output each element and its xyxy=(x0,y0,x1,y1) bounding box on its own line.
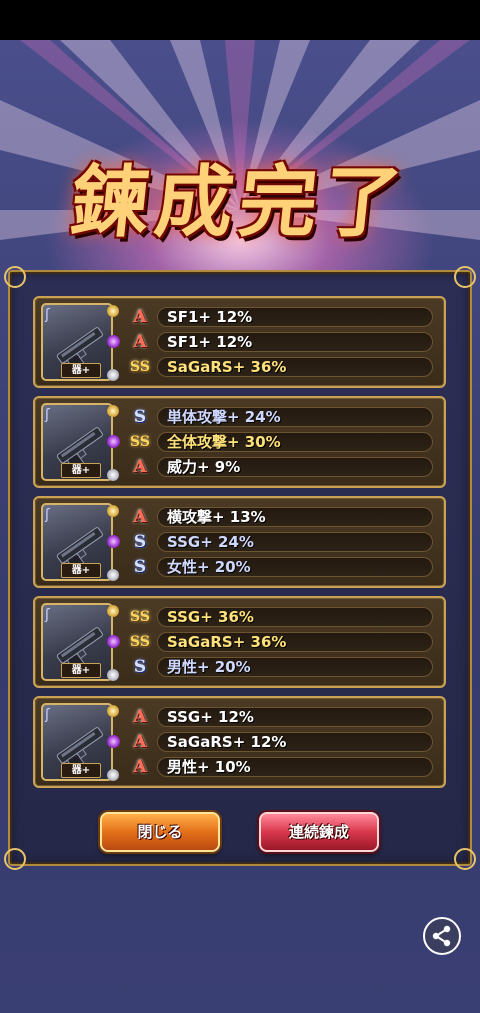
ability-text: SaGaRS+ 36% xyxy=(167,633,287,651)
ability-text: SF1+ 12% xyxy=(167,333,253,351)
ornament-top-left xyxy=(4,266,26,288)
purple-gem-icon xyxy=(107,435,120,448)
rank-a-icon: A xyxy=(133,307,147,327)
close-button[interactable]: 閉じる xyxy=(100,812,220,852)
ability-text: 横攻撃+ 13% xyxy=(167,508,266,526)
silver-slot-icon xyxy=(107,369,119,381)
rank-s-icon: S xyxy=(133,557,147,577)
purple-gem-icon xyxy=(107,335,120,348)
silver-slot-icon xyxy=(107,769,119,781)
weapon-thumbnail[interactable]: ʃ 器+ xyxy=(41,703,113,781)
ability-row: SS 全体攻撃+ 30% xyxy=(129,431,433,453)
rank-a-icon: A xyxy=(133,732,147,752)
rank-s-icon: S xyxy=(133,407,147,427)
ornament-top-right xyxy=(454,266,476,288)
ability-row: A SSG+ 12% xyxy=(129,706,433,728)
status-bar xyxy=(0,0,480,40)
element-swirl-icon: ʃ xyxy=(45,507,50,523)
slot-indicators xyxy=(107,705,120,783)
ability-row: A SF1+ 12% xyxy=(129,331,433,353)
rank-a-icon: A xyxy=(133,707,147,727)
ability-text: 威力+ 9% xyxy=(167,458,241,476)
ability-row: S SSG+ 24% xyxy=(129,531,433,553)
slot-indicators xyxy=(107,505,120,583)
rank-s-icon: S xyxy=(133,532,147,552)
result-card: ʃ 器+ A SSG+ 12% A SaGaRS+ 12% A 男性+ 10% xyxy=(33,696,446,788)
element-swirl-icon: ʃ xyxy=(45,307,50,323)
element-swirl-icon: ʃ xyxy=(45,707,50,723)
result-card: ʃ 器+ SS SSG+ 36% SS SaGaRS+ 36% S 男性+ 20% xyxy=(33,596,446,688)
ability-text: 単体攻撃+ 24% xyxy=(167,408,281,426)
weapon-tag: 器+ xyxy=(61,363,101,378)
ornament-bottom-left xyxy=(4,848,26,870)
silver-slot-icon xyxy=(107,669,119,681)
forge-complete-title: 鍊成完了 xyxy=(66,157,413,248)
rank-ss-icon: SS xyxy=(130,609,150,625)
ability-row: S 単体攻撃+ 24% xyxy=(129,406,433,428)
gold-slot-icon xyxy=(107,605,119,617)
share-icon xyxy=(432,925,451,947)
ability-row: SS SaGaRS+ 36% xyxy=(129,631,433,653)
ability-row: A 男性+ 10% xyxy=(129,756,433,778)
ability-row: SS SSG+ 36% xyxy=(129,606,433,628)
share-button[interactable] xyxy=(423,917,461,955)
rank-a-icon: A xyxy=(133,507,147,527)
ability-text: 女性+ 20% xyxy=(167,558,251,576)
weapon-thumbnail[interactable]: ʃ 器+ xyxy=(41,603,113,681)
gold-slot-icon xyxy=(107,405,119,417)
silver-slot-icon xyxy=(107,569,119,581)
purple-gem-icon xyxy=(107,535,120,548)
ability-text: SSG+ 24% xyxy=(167,533,254,551)
gold-slot-icon xyxy=(107,705,119,717)
result-card: ʃ 器+ A SF1+ 12% A SF1+ 12% SS SaGaRS+ 36% xyxy=(33,296,446,388)
ability-row: A SF1+ 12% xyxy=(129,306,433,328)
ability-text: SaGaRS+ 36% xyxy=(167,358,287,376)
slot-indicators xyxy=(107,605,120,683)
ability-text: SSG+ 36% xyxy=(167,608,254,626)
weapon-thumbnail[interactable]: ʃ 器+ xyxy=(41,503,113,581)
result-card: ʃ 器+ A 横攻撃+ 13% S SSG+ 24% S 女性+ 20% xyxy=(33,496,446,588)
continuous-forge-button[interactable]: 連続鍊成 xyxy=(259,812,379,852)
ability-row: A 威力+ 9% xyxy=(129,456,433,478)
weapon-tag: 器+ xyxy=(61,663,101,678)
rank-a-icon: A xyxy=(133,757,147,777)
gold-slot-icon xyxy=(107,305,119,317)
ability-row: SS SaGaRS+ 36% xyxy=(129,356,433,378)
purple-gem-icon xyxy=(107,735,120,748)
weapon-tag: 器+ xyxy=(61,763,101,778)
slot-indicators xyxy=(107,405,120,483)
rank-a-icon: A xyxy=(133,332,147,352)
ability-text: 男性+ 10% xyxy=(167,758,251,776)
silver-slot-icon xyxy=(107,469,119,481)
ability-text: 男性+ 20% xyxy=(167,658,251,676)
rank-ss-icon: SS xyxy=(130,359,150,375)
weapon-tag: 器+ xyxy=(61,563,101,578)
ornament-bottom-right xyxy=(454,848,476,870)
result-card: ʃ 器+ S 単体攻撃+ 24% SS 全体攻撃+ 30% A 威力+ 9% xyxy=(33,396,446,488)
rank-s-icon: S xyxy=(133,657,147,677)
rank-ss-icon: SS xyxy=(130,634,150,650)
rank-a-icon: A xyxy=(133,457,147,477)
slot-indicators xyxy=(107,305,120,383)
rank-ss-icon: SS xyxy=(130,434,150,450)
ability-row: S 女性+ 20% xyxy=(129,556,433,578)
element-swirl-icon: ʃ xyxy=(45,607,50,623)
weapon-thumbnail[interactable]: ʃ 器+ xyxy=(41,303,113,381)
weapon-thumbnail[interactable]: ʃ 器+ xyxy=(41,403,113,481)
ability-text: 全体攻撃+ 30% xyxy=(167,433,281,451)
ability-row: S 男性+ 20% xyxy=(129,656,433,678)
ability-text: SF1+ 12% xyxy=(167,308,253,326)
element-swirl-icon: ʃ xyxy=(45,407,50,423)
gold-slot-icon xyxy=(107,505,119,517)
ability-text: SSG+ 12% xyxy=(167,708,254,726)
ability-row: A SaGaRS+ 12% xyxy=(129,731,433,753)
purple-gem-icon xyxy=(107,635,120,648)
weapon-tag: 器+ xyxy=(61,463,101,478)
ability-row: A 横攻撃+ 13% xyxy=(129,506,433,528)
ability-text: SaGaRS+ 12% xyxy=(167,733,287,751)
